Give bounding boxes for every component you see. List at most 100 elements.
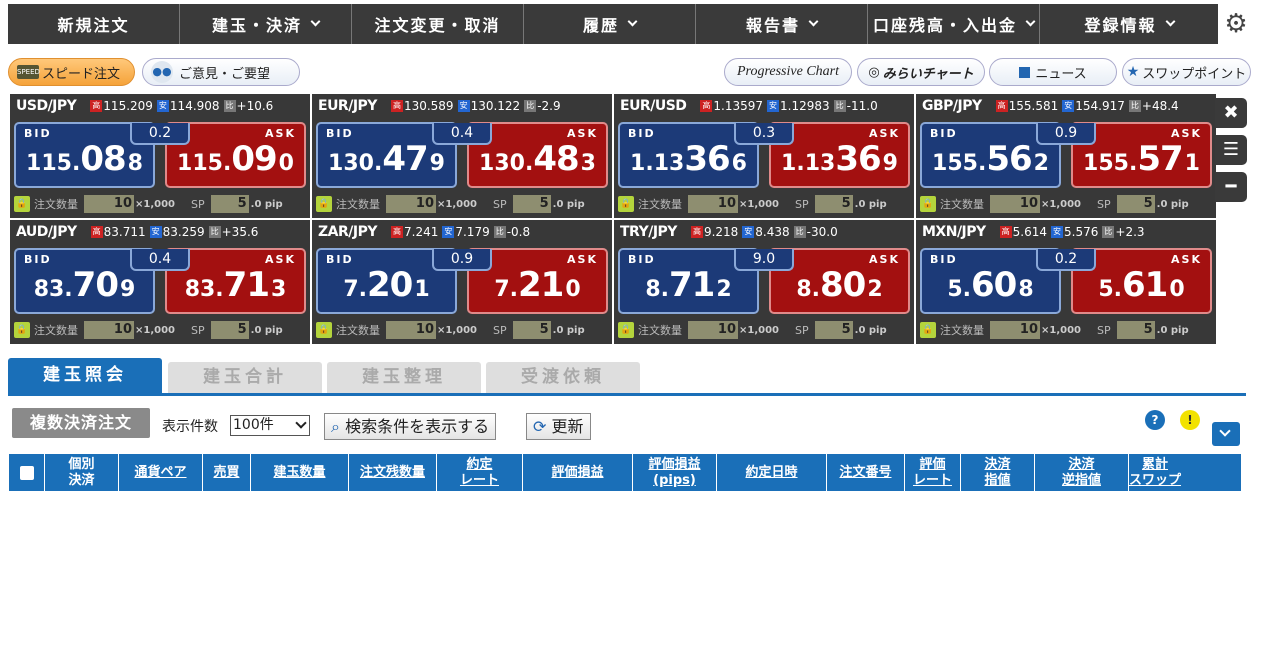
- order-qty-input[interactable]: 10: [688, 195, 738, 213]
- rate-panel-header: TRY/JPY 高 9.218 安 8.438 比 -30.0: [614, 220, 914, 244]
- column-header[interactable]: 評価損益 (pips): [633, 454, 717, 491]
- column-header[interactable]: 通貨ペア: [119, 454, 203, 491]
- expand-button[interactable]: [1212, 422, 1240, 446]
- select-all-checkbox[interactable]: [19, 465, 34, 480]
- nav-item-0[interactable]: 新規注文: [8, 4, 180, 44]
- rate-panel: TRY/JPY 高 9.218 安 8.438 比 -30.0 BID 8.712 ASK 8.80…: [614, 220, 914, 344]
- slippage-input[interactable]: 5: [1116, 321, 1155, 339]
- price-fraction: 0: [1169, 277, 1185, 302]
- lock-icon[interactable]: 🔒: [618, 322, 634, 338]
- count-select[interactable]: 100件: [230, 415, 310, 436]
- close-icon[interactable]: ✖: [1215, 98, 1247, 128]
- column-header[interactable]: 注文残数量: [349, 454, 437, 491]
- slippage-input[interactable]: 5: [814, 195, 853, 213]
- slippage-input[interactable]: 5: [210, 195, 249, 213]
- nav-item-2[interactable]: 注文変更・取消: [352, 4, 524, 44]
- slippage-unit: .0 pip: [552, 324, 585, 336]
- low-icon: 安: [1062, 100, 1075, 112]
- currency-pair: AUD/JPY: [16, 224, 77, 240]
- nav-item-1[interactable]: 建玉・決済: [180, 4, 352, 44]
- column-header[interactable]: 注文番号: [827, 454, 905, 491]
- price-fraction: 9: [120, 277, 136, 302]
- help-icon[interactable]: ?: [1145, 410, 1165, 430]
- lock-icon[interactable]: 🔒: [618, 196, 634, 212]
- slippage-input[interactable]: 5: [814, 321, 853, 339]
- order-qty-input[interactable]: 10: [386, 321, 436, 339]
- rate-panel-footer: 🔒 注文数量 10 ×1,000 SP 5.0 pip: [614, 317, 914, 343]
- price-pips: 60: [971, 265, 1017, 305]
- low-value: 130.122: [470, 99, 521, 113]
- price-pips: 71: [669, 265, 715, 305]
- sub-toolbar: SPEED スピード注文 ●● ご意見・ご要望 Progressive Char…: [8, 56, 1253, 88]
- column-header[interactable]: 売買: [203, 454, 251, 491]
- lock-icon[interactable]: 🔒: [316, 196, 332, 212]
- column-header[interactable]: 約定日時: [717, 454, 827, 491]
- slippage-input[interactable]: 5: [512, 321, 551, 339]
- column-header[interactable]: 決済 指値: [961, 454, 1035, 491]
- price-prefix: 8.: [796, 277, 821, 302]
- high-icon: 高: [995, 100, 1008, 112]
- nav-item-5[interactable]: 口座残高・入出金: [868, 4, 1040, 44]
- order-qty-input[interactable]: 10: [990, 321, 1040, 339]
- price-pips: 08: [80, 139, 126, 179]
- change-icon: 比: [524, 100, 537, 112]
- slippage-input[interactable]: 5: [1116, 195, 1155, 213]
- nav-item-3[interactable]: 履歴: [524, 4, 696, 44]
- tab-1[interactable]: 建玉合計: [168, 362, 322, 393]
- price-prefix: 115.: [177, 151, 232, 176]
- column-header[interactable]: 累計 スワップ: [1129, 454, 1181, 491]
- rate-panel-footer: 🔒 注文数量 10 ×1,000 SP 5.0 pip: [10, 317, 310, 343]
- slippage-input[interactable]: 5: [210, 321, 249, 339]
- slippage-unit: .0 pip: [1156, 324, 1189, 336]
- order-qty-input[interactable]: 10: [386, 195, 436, 213]
- column-header[interactable]: 評価損益: [523, 454, 633, 491]
- news-label: ニュース: [1035, 66, 1087, 82]
- column-header[interactable]: 決済 逆指値: [1035, 454, 1129, 491]
- news-button[interactable]: ニュース: [989, 58, 1117, 86]
- change-value: -0.8: [506, 225, 531, 239]
- order-qty-input[interactable]: 10: [688, 321, 738, 339]
- search-toggle-label: 検索条件を表示する: [345, 417, 490, 436]
- progressive-chart-button[interactable]: Progressive Chart: [724, 58, 852, 86]
- nav-item-6[interactable]: 登録情報: [1040, 4, 1218, 44]
- gear-icon[interactable]: ⚙: [1222, 10, 1250, 38]
- minimize-icon[interactable]: ━: [1215, 172, 1247, 202]
- slippage-unit: .0 pip: [250, 324, 283, 336]
- lock-icon[interactable]: 🔒: [316, 322, 332, 338]
- alert-icon[interactable]: !: [1180, 410, 1200, 430]
- slippage-input[interactable]: 5: [512, 195, 551, 213]
- nav-item-4[interactable]: 報告書: [696, 4, 868, 44]
- order-qty-label: 注文数量: [336, 324, 380, 337]
- slippage-label: SP: [795, 323, 809, 337]
- mirai-chart-button[interactable]: ◎ みらいチャート: [857, 58, 985, 86]
- order-qty-label: 注文数量: [638, 198, 682, 211]
- low-value: 5.576: [1064, 225, 1099, 239]
- speed-order-button[interactable]: SPEED スピード注文: [8, 58, 135, 86]
- tab-3[interactable]: 受渡依頼: [486, 362, 640, 393]
- multi-settle-button[interactable]: 複数決済注文: [12, 408, 150, 438]
- bid-price: 83.709: [16, 265, 153, 305]
- rate-panel-header: GBP/JPY 高 155.581 安 154.917 比 +48.4: [916, 94, 1216, 118]
- swap-points-button[interactable]: ★ スワップポイント: [1122, 58, 1251, 86]
- column-header[interactable]: 建玉数量: [251, 454, 349, 491]
- change-icon: 比: [208, 226, 221, 238]
- lock-icon[interactable]: 🔒: [14, 322, 30, 338]
- order-qty-input[interactable]: 10: [84, 321, 134, 339]
- column-header[interactable]: 約定 レート: [437, 454, 523, 491]
- feedback-button[interactable]: ●● ご意見・ご要望: [142, 58, 300, 86]
- list-icon[interactable]: ☰: [1215, 135, 1247, 165]
- spread-value: 0.4: [130, 249, 190, 271]
- lock-icon[interactable]: 🔒: [920, 196, 936, 212]
- positions-table-header: 個別 決済 通貨ペア 売買 建玉数量 注文残数量 約定 レート 評価損益 評価損益 (pips…: [9, 454, 1241, 491]
- tab-2[interactable]: 建玉整理: [327, 362, 481, 393]
- high-icon: 高: [390, 100, 403, 112]
- order-qty-input[interactable]: 10: [84, 195, 134, 213]
- tab-0[interactable]: 建玉照会: [8, 358, 162, 393]
- refresh-button[interactable]: ⟳ 更新: [526, 413, 591, 440]
- order-qty-input[interactable]: 10: [990, 195, 1040, 213]
- lock-icon[interactable]: 🔒: [920, 322, 936, 338]
- change-value: -11.0: [846, 99, 878, 113]
- column-header[interactable]: 評価 レート: [905, 454, 961, 491]
- lock-icon[interactable]: 🔒: [14, 196, 30, 212]
- search-toggle-button[interactable]: ⌕ 検索条件を表示する: [324, 413, 497, 440]
